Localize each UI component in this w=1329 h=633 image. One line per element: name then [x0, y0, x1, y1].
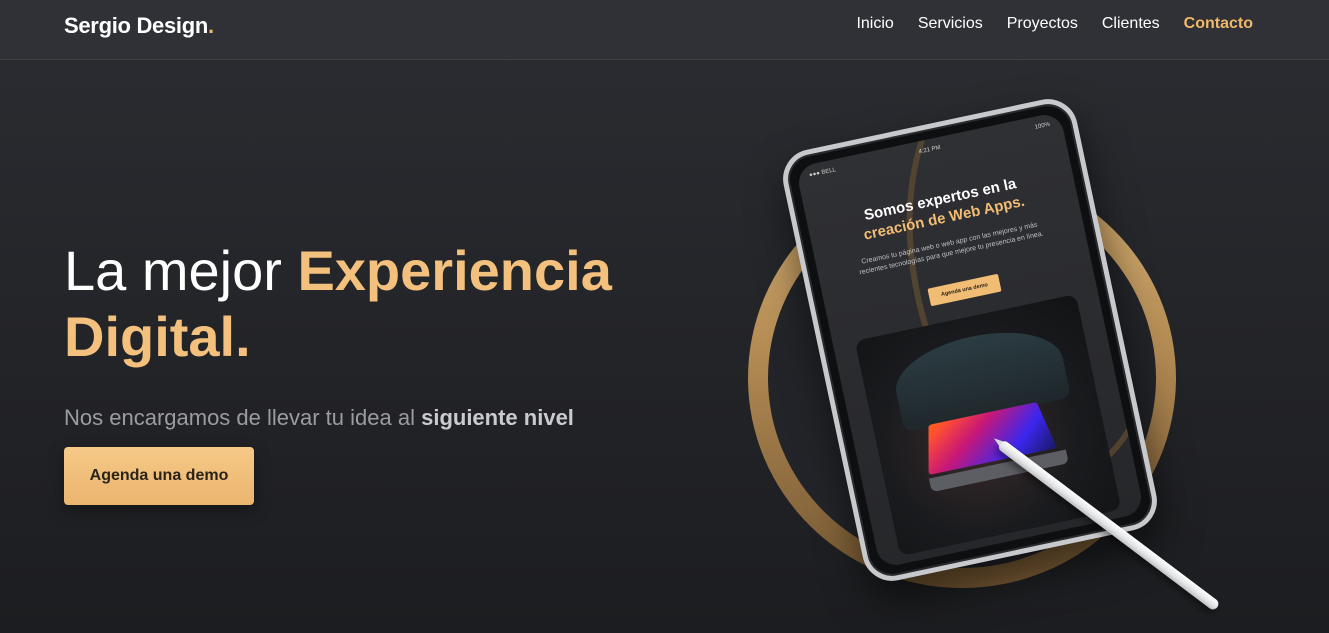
carrier-label: ●●● BELL	[808, 167, 837, 179]
brand-dot: .	[208, 13, 214, 38]
nav-menu: Inicio Servicios Proyectos Clientes Cont…	[856, 15, 1253, 33]
hero-subtitle: Nos encargamos de llevar tu idea al sigu…	[64, 405, 574, 431]
nav-link-inicio[interactable]: Inicio	[856, 15, 893, 33]
nav-link-proyectos[interactable]: Proyectos	[1007, 15, 1078, 33]
nav-link-servicios[interactable]: Servicios	[918, 15, 983, 33]
nav-link-contacto[interactable]: Contacto	[1184, 15, 1253, 33]
hero-title-accent-2: Digital.	[64, 305, 251, 368]
brand-name: Sergio Design	[64, 13, 209, 38]
hero-title-accent: Experiencia	[297, 239, 612, 302]
nav-link-clientes[interactable]: Clientes	[1102, 15, 1160, 33]
hero-subtitle-bold: siguiente nivel	[421, 405, 574, 430]
brand-logo[interactable]: Sergio Design.	[64, 13, 214, 39]
hero-title-lead: La mejor	[64, 239, 298, 302]
schedule-demo-button[interactable]: Agenda una demo	[64, 447, 254, 505]
laptop-photo	[854, 294, 1122, 557]
navbar: Sergio Design. Inicio Servicios Proyecto…	[0, 0, 1329, 60]
hero-title: La mejor Experiencia Digital.	[64, 238, 684, 370]
hero-subtitle-lead: Nos encargamos de llevar tu idea al	[64, 405, 422, 430]
